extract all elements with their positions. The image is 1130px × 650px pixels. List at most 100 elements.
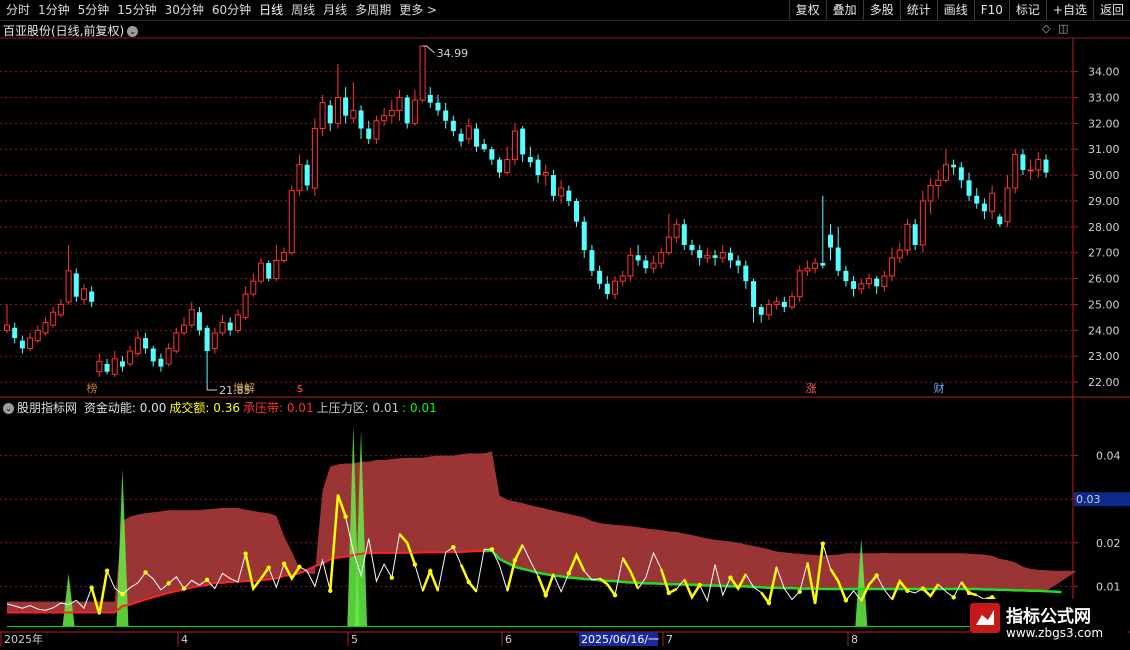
candle-body	[311, 128, 318, 189]
candle-body	[119, 361, 125, 367]
candle-body	[4, 324, 10, 331]
indicator-item-0: 资金动能: 0.00	[83, 401, 167, 415]
indicator-axis-label: 0.04	[1096, 450, 1121, 463]
candle-body	[1035, 159, 1042, 171]
candle-body	[927, 184, 934, 202]
yellow-signal-dot	[428, 568, 433, 574]
candle-body	[158, 358, 164, 367]
candle-body	[665, 236, 672, 254]
date-label: 2025年	[4, 632, 43, 646]
candle	[150, 345, 156, 367]
candle	[843, 265, 849, 287]
watermark-url: www.zbgs3.com	[1006, 626, 1104, 640]
candle	[489, 146, 495, 165]
candle	[619, 270, 626, 287]
candle-body	[396, 97, 403, 111]
candle	[904, 219, 911, 256]
candle	[719, 244, 726, 264]
event-badge: 榜	[87, 381, 98, 395]
yellow-signal-dot	[966, 590, 972, 596]
candle-body	[181, 324, 188, 334]
candle-body	[89, 291, 95, 302]
candle-body	[511, 130, 518, 161]
candle-body	[219, 322, 226, 334]
candle	[912, 219, 918, 251]
candle	[266, 260, 272, 282]
candle	[319, 94, 326, 137]
candle	[896, 242, 903, 264]
chevron-down-icon[interactable]: ⌄	[3, 403, 14, 414]
candle	[535, 154, 541, 183]
candle	[396, 89, 403, 121]
candle-body	[234, 314, 241, 331]
candle-body	[851, 281, 857, 289]
candle	[443, 102, 449, 129]
candle-body	[581, 221, 587, 251]
event-badge: 增解	[233, 381, 255, 395]
yellow-signal-dot	[843, 598, 849, 603]
candle	[919, 190, 926, 253]
candle	[227, 317, 233, 336]
candle-body	[912, 224, 918, 245]
candle	[12, 322, 18, 344]
candle	[796, 265, 803, 302]
price-axis-label: 29.00	[1088, 195, 1120, 208]
candle-body	[319, 102, 326, 130]
yellow-signal-dot	[89, 585, 94, 590]
price-axis-label: 24.00	[1088, 324, 1120, 337]
candle-body	[296, 164, 303, 192]
candle-body	[681, 224, 687, 245]
candle	[735, 255, 741, 274]
yellow-signal-dot	[104, 568, 110, 573]
candle-body	[743, 265, 749, 282]
candle-body	[165, 347, 172, 365]
yellow-signal-segment	[459, 564, 478, 593]
candle-body	[266, 263, 272, 279]
candle-body	[34, 329, 41, 342]
candle-body	[958, 167, 964, 181]
candle	[589, 244, 595, 276]
candle	[1020, 149, 1026, 176]
candle-body	[612, 280, 619, 295]
candle	[574, 198, 580, 227]
candle-body	[619, 275, 626, 282]
candle	[134, 330, 141, 357]
candle	[34, 325, 41, 344]
candle	[681, 219, 687, 251]
yellow-signal-dot	[243, 551, 248, 556]
candle-body	[835, 247, 841, 271]
candle	[1012, 149, 1019, 194]
candle-body	[288, 190, 295, 254]
chart-svg[interactable]: 34.00 33.00 32.00 31.00 30.00 29.00 28.00 27.00…	[0, 0, 1130, 650]
candle	[935, 169, 942, 199]
yellow-signal-dot	[820, 541, 826, 546]
candle	[273, 244, 280, 282]
price-axis-label: 23.00	[1088, 350, 1120, 363]
candle	[865, 273, 872, 289]
candle-body	[796, 270, 803, 298]
price-axis-label: 22.00	[1088, 376, 1120, 389]
date-label: 5	[351, 633, 358, 646]
candle	[19, 335, 25, 354]
candle-body	[727, 252, 733, 261]
current-value-text: 0.03	[1076, 493, 1101, 506]
candle-body	[974, 195, 980, 204]
date-label: 8	[851, 633, 858, 646]
candle-body	[366, 128, 372, 139]
candle-body	[627, 254, 634, 277]
candle-body	[550, 175, 556, 196]
candle	[658, 247, 665, 269]
candle	[765, 299, 772, 320]
candle	[511, 123, 518, 165]
candle-body	[443, 110, 449, 121]
candle-body	[111, 358, 118, 375]
candle-body	[489, 149, 495, 160]
candle-body	[204, 327, 210, 352]
yellow-signal-dot	[412, 562, 418, 567]
indicator-name: 股朋指标网	[17, 401, 78, 415]
candle	[358, 105, 364, 139]
indicator-axis-label: 0.01	[1096, 580, 1121, 593]
yellow-signal-dot	[181, 586, 187, 591]
candle	[497, 157, 503, 178]
candle	[604, 276, 610, 300]
